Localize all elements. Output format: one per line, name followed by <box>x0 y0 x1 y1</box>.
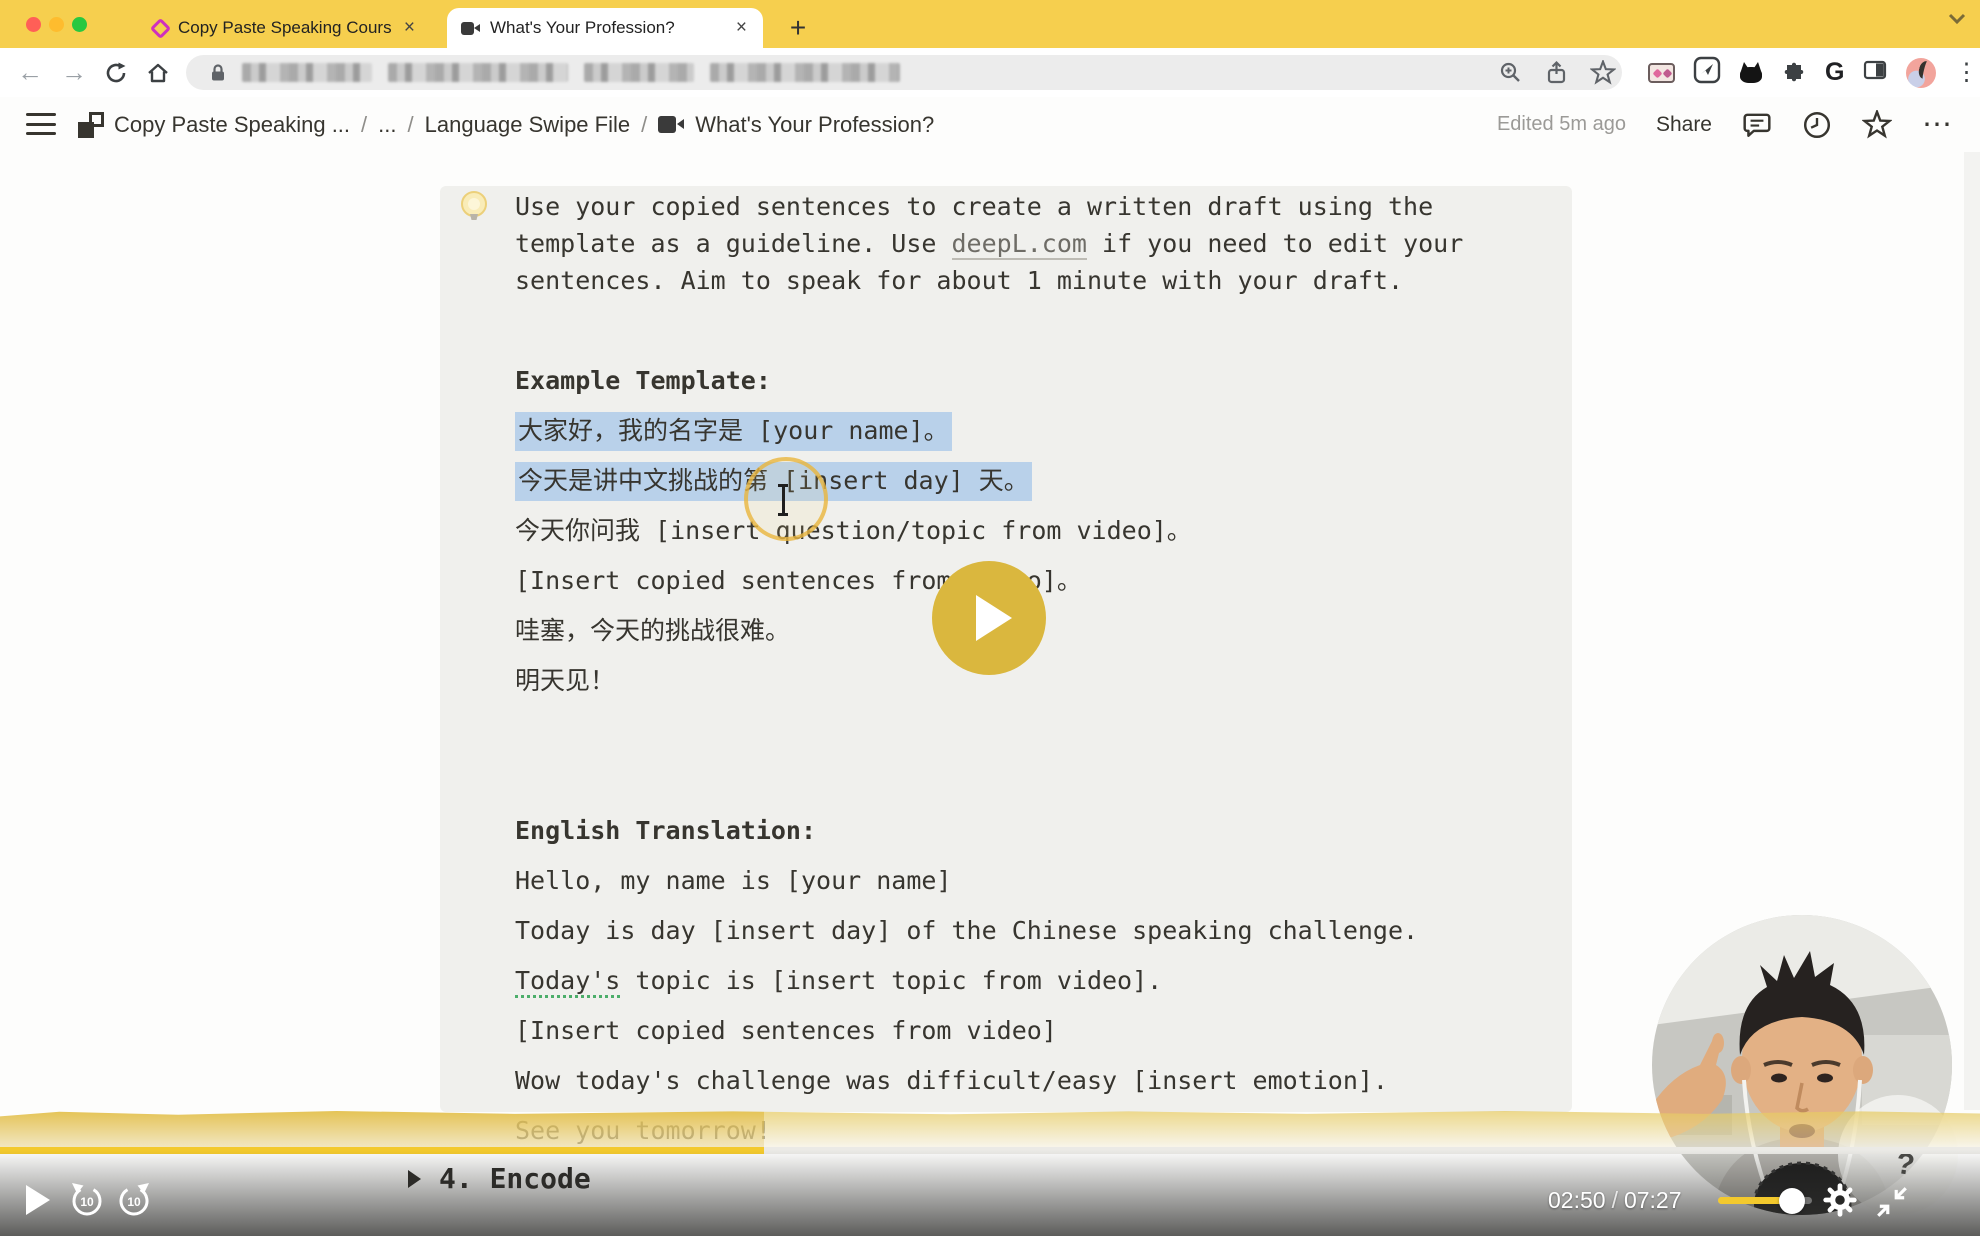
blank-line <box>515 712 1575 762</box>
favorite-star-icon[interactable] <box>1862 110 1892 140</box>
redacted-url-segment <box>584 63 694 82</box>
flashcard-extension-icon[interactable] <box>1648 63 1675 83</box>
paragraph-insert-zh[interactable]: [Insert copied sentences from video]。 <box>515 562 1575 599</box>
history-clock-icon[interactable] <box>1802 110 1832 140</box>
paragraph-en-wow[interactable]: Wow today's challenge was difficult/easy… <box>515 1062 1575 1099</box>
volume-knob[interactable] <box>1779 1188 1805 1214</box>
paragraph-zh-greeting: 大家好，我的名字是 [your name]。 <box>515 412 1575 449</box>
video-camera-page-icon <box>658 116 684 133</box>
breadcrumb-collapsed[interactable]: ... <box>378 112 396 138</box>
course-favicon-icon <box>150 17 171 38</box>
blank-line <box>515 762 1575 812</box>
paragraph-en-topic[interactable]: Today's topic is [insert topic from vide… <box>515 962 1575 999</box>
reload-button[interactable] <box>98 48 134 97</box>
send-extension-icon[interactable] <box>1693 56 1721 89</box>
notion-header-actions: Edited 5m ago Share ⋯ <box>1497 97 1952 152</box>
browser-toolbar: ← → <box>0 48 1980 97</box>
english-translation-heading: English Translation: <box>515 812 1575 849</box>
breadcrumb-parent[interactable]: Language Swipe File <box>425 112 630 138</box>
current-time: 02:50 <box>1548 1187 1606 1213</box>
breadcrumb-page-title[interactable]: What's Your Profession? <box>695 112 934 138</box>
chapter-progress-band[interactable] <box>0 1108 1980 1150</box>
video-player-frame: Copy Paste Speaking Course × What's Your… <box>0 0 1980 1236</box>
lock-icon[interactable] <box>208 63 228 88</box>
edited-timestamp: Edited 5m ago <box>1497 113 1626 136</box>
volume-slider[interactable] <box>1718 1197 1812 1204</box>
window-zoom-button[interactable] <box>72 17 87 32</box>
extensions-row: G ⋮ <box>1648 48 1978 97</box>
progress-band-watched <box>0 1108 764 1150</box>
chapter-title[interactable]: 4. Encode <box>439 1162 591 1195</box>
hamburger-menu-icon[interactable] <box>26 113 56 135</box>
tab-title: What's Your Profession? <box>490 18 724 38</box>
text-cursor-icon <box>778 484 788 516</box>
callout-text: Use your copied sentences to create a wr… <box>515 188 1575 1162</box>
forward-button[interactable]: → <box>56 48 92 97</box>
tab-whats-your-profession[interactable]: What's Your Profession? × <box>447 8 763 48</box>
comments-icon[interactable] <box>1742 110 1772 140</box>
tab-copy-paste-speaking-course[interactable]: Copy Paste Speaking Course × <box>139 8 431 48</box>
redacted-url-segment <box>242 63 372 82</box>
scrollbar-track[interactable] <box>1964 152 1980 1110</box>
paragraph-en-insert[interactable]: [Insert copied sentences from video] <box>515 1012 1575 1049</box>
home-button[interactable] <box>140 48 176 97</box>
time-display: 02:50/07:27 <box>1548 1187 1682 1214</box>
spellcheck-word: Today's <box>515 966 620 998</box>
side-panel-icon[interactable] <box>1862 57 1888 88</box>
page-more-icon[interactable]: ⋯ <box>1922 107 1952 142</box>
chevron-down-icon[interactable] <box>1948 12 1966 30</box>
blank-line <box>515 312 1575 362</box>
share-button[interactable]: Share <box>1656 113 1712 137</box>
back-button[interactable]: ← <box>12 48 48 97</box>
chapter-toggle-icon[interactable] <box>408 1170 421 1188</box>
browser-tab-bar: Copy Paste Speaking Course × What's Your… <box>0 0 1980 48</box>
exit-fullscreen-icon[interactable] <box>1874 1184 1910 1225</box>
window-close-button[interactable] <box>26 17 41 32</box>
paragraph-intro: Use your copied sentences to create a wr… <box>515 188 1575 299</box>
chapter-row[interactable]: 4. Encode <box>408 1162 591 1195</box>
play-button[interactable] <box>26 1185 50 1215</box>
total-duration: 07:27 <box>1624 1187 1682 1213</box>
forward-10-button[interactable]: 10 <box>113 1180 155 1227</box>
deepl-link[interactable]: deepL.com <box>952 229 1087 260</box>
player-controls: 10 10 4. Encode 02:50/07:27 <box>0 1154 1980 1236</box>
bookmark-star-icon[interactable] <box>1590 60 1616 91</box>
highlighted-text[interactable]: 大家好，我的名字是 [your name]。 <box>515 412 952 451</box>
share-icon[interactable] <box>1544 60 1569 90</box>
svg-text:10: 10 <box>127 1195 141 1209</box>
paragraph-zh-question[interactable]: 今天你问我 [insert question/topic from video]… <box>515 512 1575 549</box>
browser-menu-icon[interactable]: ⋮ <box>1954 58 1978 87</box>
settings-gear-icon[interactable] <box>1822 1182 1858 1223</box>
extensions-puzzle-icon[interactable] <box>1781 57 1807 88</box>
play-triangle-icon <box>976 595 1012 641</box>
rewind-10-button[interactable]: 10 <box>66 1180 108 1227</box>
close-tab-icon[interactable]: × <box>402 17 417 39</box>
google-app-icon[interactable]: G <box>1825 58 1844 87</box>
example-template-heading: Example Template: <box>515 362 1575 399</box>
cat-extension-icon[interactable] <box>1739 62 1763 84</box>
paragraph-zh-bye[interactable]: 明天见！ <box>515 662 1575 699</box>
close-tab-icon[interactable]: × <box>734 17 749 39</box>
breadcrumb: Copy Paste Speaking ... / ... / Language… <box>114 97 934 152</box>
new-tab-button[interactable]: + <box>778 8 818 48</box>
video-play-overlay-button[interactable] <box>932 561 1046 675</box>
paragraph-en-hello[interactable]: Hello, my name is [your name] <box>515 862 1575 899</box>
video-camera-favicon-icon <box>461 22 480 35</box>
zoom-page-icon[interactable] <box>1498 60 1523 90</box>
volume-fill <box>1718 1197 1793 1204</box>
tab-title: Copy Paste Speaking Course <box>178 18 392 38</box>
profile-avatar[interactable] <box>1906 58 1936 88</box>
redacted-url-segment <box>388 63 568 82</box>
redacted-url-segment <box>710 63 900 82</box>
pages-icon[interactable] <box>78 112 104 138</box>
progress-band-remaining <box>764 1108 1980 1150</box>
address-bar[interactable] <box>186 55 1622 90</box>
paragraph-zh-day: 今天是讲中文挑战的第 [insert day] 天。 <box>515 462 1575 499</box>
lightbulb-icon <box>457 189 491 232</box>
paragraph-en-day[interactable]: Today is day [insert day] of the Chinese… <box>515 912 1575 949</box>
breadcrumb-root[interactable]: Copy Paste Speaking ... <box>114 112 350 138</box>
notion-header: Copy Paste Speaking ... / ... / Language… <box>0 97 1980 152</box>
window-minimize-button[interactable] <box>49 17 64 32</box>
svg-text:10: 10 <box>80 1195 94 1209</box>
